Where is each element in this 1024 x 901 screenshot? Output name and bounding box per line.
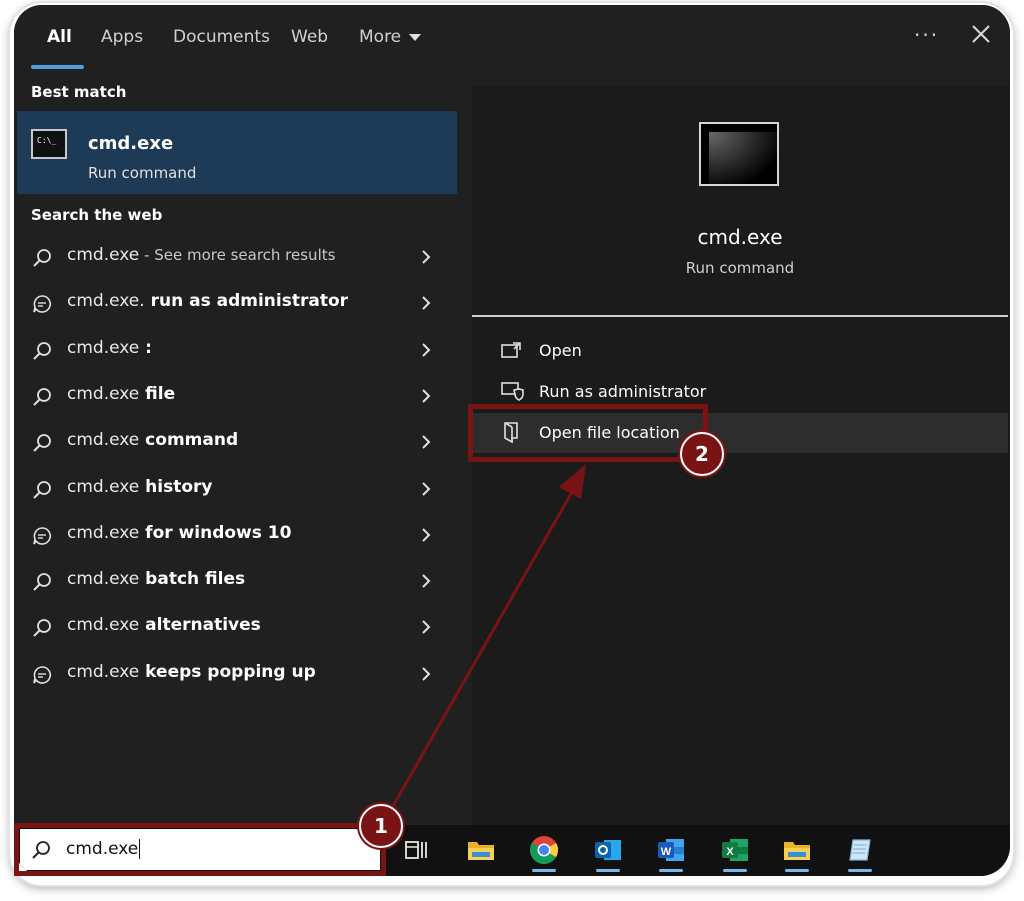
search-icon <box>31 479 53 501</box>
tab-all[interactable]: All <box>47 27 72 47</box>
search-icon <box>31 571 53 593</box>
chevron-right-icon <box>419 294 433 312</box>
step-1-badge: 1 <box>359 804 403 848</box>
filter-tab-bar: All Apps Documents Web More ··· <box>14 5 1010 69</box>
open-action[interactable]: Open <box>472 331 1008 371</box>
running-indicator <box>532 869 556 872</box>
running-indicator <box>848 869 872 872</box>
chevron-right-icon <box>419 480 433 498</box>
best-match-result[interactable]: C:\_ cmd.exe Run command <box>17 111 457 194</box>
web-suggestion[interactable]: cmd.exe alternatives <box>17 605 457 649</box>
chat-bubble-icon <box>31 525 53 547</box>
chevron-right-icon <box>419 248 433 266</box>
command-prompt-icon: C:\_ <box>31 129 67 159</box>
web-suggestion-text: cmd.exe batch files <box>67 569 246 590</box>
close-icon[interactable] <box>970 23 992 45</box>
best-match-title: cmd.exe <box>88 133 174 154</box>
web-suggestion-text: cmd.exe history <box>67 476 213 497</box>
running-indicator <box>723 869 747 872</box>
search-value: cmd.exe <box>66 839 141 859</box>
step-2-badge: 2 <box>680 432 724 476</box>
tab-more[interactable]: More <box>359 27 422 47</box>
web-suggestion[interactable]: cmd.exe batch files <box>17 559 457 603</box>
web-suggestion-text: cmd.exe. run as administrator <box>67 291 349 312</box>
run-as-admin-action[interactable]: Run as administrator <box>472 372 1008 412</box>
chevron-right-icon <box>419 341 433 359</box>
running-indicator <box>659 869 683 872</box>
command-prompt-large-icon <box>699 122 779 186</box>
web-suggestion[interactable]: cmd.exe history <box>17 467 457 511</box>
outlook-icon[interactable] <box>591 833 625 872</box>
chrome-icon[interactable] <box>527 833 561 872</box>
running-indicator <box>596 869 620 872</box>
web-suggestion-text: cmd.exe file <box>67 383 176 404</box>
web-suggestion[interactable]: cmd.exe. run as administrator <box>17 281 457 325</box>
web-suggestion[interactable]: cmd.exe for windows 10 <box>17 513 457 557</box>
search-icon <box>31 617 53 639</box>
svg-text:X: X <box>726 846 734 858</box>
word-icon[interactable]: W <box>654 833 688 872</box>
svg-text:W: W <box>661 846 672 858</box>
notepad-icon[interactable] <box>843 833 877 872</box>
web-suggestion[interactable]: cmd.exe - See more search results <box>17 235 457 279</box>
chevron-right-icon <box>419 572 433 590</box>
tab-web[interactable]: Web <box>291 27 328 47</box>
search-icon <box>32 841 50 859</box>
tab-more-label: More <box>359 27 402 47</box>
excel-icon[interactable]: X <box>718 833 752 872</box>
web-suggestion-text: cmd.exe : <box>67 337 152 358</box>
web-suggestion-text: cmd.exe alternatives <box>67 615 261 636</box>
caret-down-icon <box>409 33 422 41</box>
folder-location-icon <box>504 422 518 443</box>
file-explorer-icon[interactable] <box>780 833 814 872</box>
file-explorer-icon[interactable] <box>464 833 498 867</box>
running-indicator <box>785 869 809 872</box>
search-input[interactable]: cmd.exe <box>20 829 380 870</box>
search-icon <box>31 247 53 269</box>
chat-bubble-icon <box>31 293 53 315</box>
web-suggestion-text: cmd.exe - See more search results <box>67 245 336 265</box>
open-file-location-action[interactable]: Open file location <box>472 413 1008 453</box>
tab-apps[interactable]: Apps <box>101 27 143 47</box>
web-suggestion-text: cmd.exe command <box>67 430 239 451</box>
search-web-heading: Search the web <box>31 206 163 224</box>
search-icon <box>31 340 53 362</box>
search-icon <box>31 432 53 454</box>
open-label: Open <box>539 341 582 360</box>
taskbar: cmd.exe W X <box>14 825 1010 876</box>
details-divider <box>472 315 1008 317</box>
details-subtitle: Run command <box>685 259 795 277</box>
web-suggestion[interactable]: cmd.exe file <box>17 374 457 418</box>
best-match-heading: Best match <box>31 83 127 101</box>
open-window-icon <box>501 342 521 358</box>
web-suggestion[interactable]: cmd.exe keeps popping up <box>17 652 457 696</box>
chevron-right-icon <box>419 618 433 636</box>
start-search-window: All Apps Documents Web More ··· Best mat… <box>14 5 1010 876</box>
open-file-location-label: Open file location <box>539 423 680 442</box>
web-suggestion[interactable]: cmd.exe command <box>17 420 457 464</box>
chevron-right-icon <box>419 526 433 544</box>
tab-documents[interactable]: Documents <box>173 27 270 47</box>
run-as-admin-label: Run as administrator <box>539 382 707 401</box>
task-view-icon[interactable] <box>400 833 434 867</box>
chat-bubble-icon <box>31 664 53 686</box>
details-pane: cmd.exe Run command Open Run as administ… <box>472 85 1010 825</box>
more-options-icon[interactable]: ··· <box>914 23 939 47</box>
web-suggestion-text: cmd.exe for windows 10 <box>67 522 292 543</box>
best-match-subtitle: Run command <box>88 164 197 182</box>
chevron-right-icon <box>419 387 433 405</box>
details-title: cmd.exe <box>697 225 783 249</box>
shield-window-icon <box>501 382 524 401</box>
chevron-right-icon <box>419 665 433 683</box>
web-suggestion-text: cmd.exe keeps popping up <box>67 661 316 682</box>
chevron-right-icon <box>419 433 433 451</box>
search-icon <box>31 386 53 408</box>
web-suggestion[interactable]: cmd.exe : <box>17 328 457 372</box>
